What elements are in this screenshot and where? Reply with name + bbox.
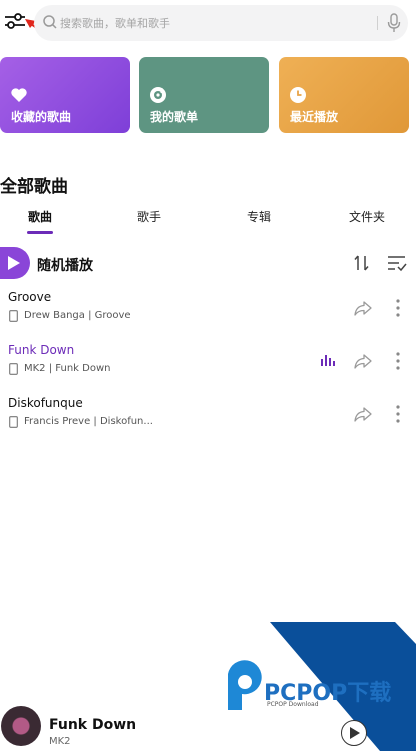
- tab-artists[interactable]: 歌手: [137, 208, 161, 225]
- search-bar[interactable]: [34, 5, 408, 41]
- play-button[interactable]: [341, 720, 367, 746]
- tab-albums[interactable]: 专辑: [247, 208, 271, 225]
- shuffle-row: 随机播放: [0, 246, 416, 280]
- playlist-disc-icon: [150, 87, 166, 103]
- quick-access-cards: 收藏的歌曲 我的歌单 最近播放: [0, 57, 416, 133]
- song-subtitle: Drew Banga | Groove: [24, 310, 131, 321]
- phone-storage-icon: [9, 363, 18, 375]
- song-subtitle: MK2 | Funk Down: [24, 363, 111, 374]
- song-subtitle: Francis Preve | Diskofun...: [24, 416, 153, 427]
- search-divider: [377, 16, 378, 30]
- phone-storage-icon: [9, 310, 18, 322]
- favorites-card-label: 收藏的歌曲: [11, 110, 72, 124]
- play-icon: [350, 727, 360, 739]
- favorites-card[interactable]: 收藏的歌曲: [0, 57, 130, 133]
- song-row-groove[interactable]: Groove Drew Banga | Groove: [0, 290, 416, 340]
- sort-icon[interactable]: [353, 254, 371, 272]
- my-playlists-card-label: 我的歌单: [150, 110, 199, 124]
- shuffle-play-button[interactable]: [0, 247, 30, 279]
- share-icon[interactable]: [353, 352, 373, 370]
- clock-icon: [290, 87, 306, 103]
- active-tab-indicator: [27, 231, 53, 234]
- player-artist: MK2: [49, 736, 71, 747]
- song-title: Diskofunque: [8, 396, 83, 410]
- section-title: 全部歌曲: [0, 177, 68, 197]
- search-icon: [43, 15, 57, 29]
- multi-select-list-icon[interactable]: [387, 254, 407, 272]
- heart-icon: [11, 88, 27, 102]
- tab-bar: 歌曲 歌手 专辑 文件夹: [0, 205, 416, 235]
- shuffle-play-label[interactable]: 随机播放: [37, 255, 93, 275]
- song-title: Groove: [8, 290, 52, 304]
- header: [0, 0, 416, 46]
- recently-played-card-label: 最近播放: [290, 110, 339, 124]
- player-title: Funk Down: [49, 717, 137, 733]
- play-icon: [8, 256, 20, 270]
- mini-player[interactable]: Funk Down MK2: [0, 702, 416, 751]
- more-options-icon[interactable]: [394, 404, 402, 424]
- album-cover[interactable]: [1, 706, 41, 746]
- now-playing-equalizer-icon: [321, 355, 335, 366]
- more-options-icon[interactable]: [394, 298, 402, 318]
- phone-storage-icon: [9, 416, 18, 428]
- song-row-funk-down[interactable]: Funk Down MK2 | Funk Down: [0, 343, 416, 393]
- tab-songs[interactable]: 歌曲: [28, 208, 52, 225]
- song-row-diskofunque[interactable]: Diskofunque Francis Preve | Diskofun...: [0, 396, 416, 446]
- song-title: Funk Down: [8, 343, 75, 357]
- more-options-icon[interactable]: [394, 351, 402, 371]
- share-icon[interactable]: [353, 405, 373, 423]
- my-playlists-card[interactable]: 我的歌单: [139, 57, 269, 133]
- tab-folders[interactable]: 文件夹: [349, 208, 385, 225]
- share-icon[interactable]: [353, 299, 373, 317]
- search-input[interactable]: [60, 11, 360, 35]
- recently-played-card[interactable]: 最近播放: [279, 57, 409, 133]
- microphone-icon[interactable]: [386, 13, 402, 33]
